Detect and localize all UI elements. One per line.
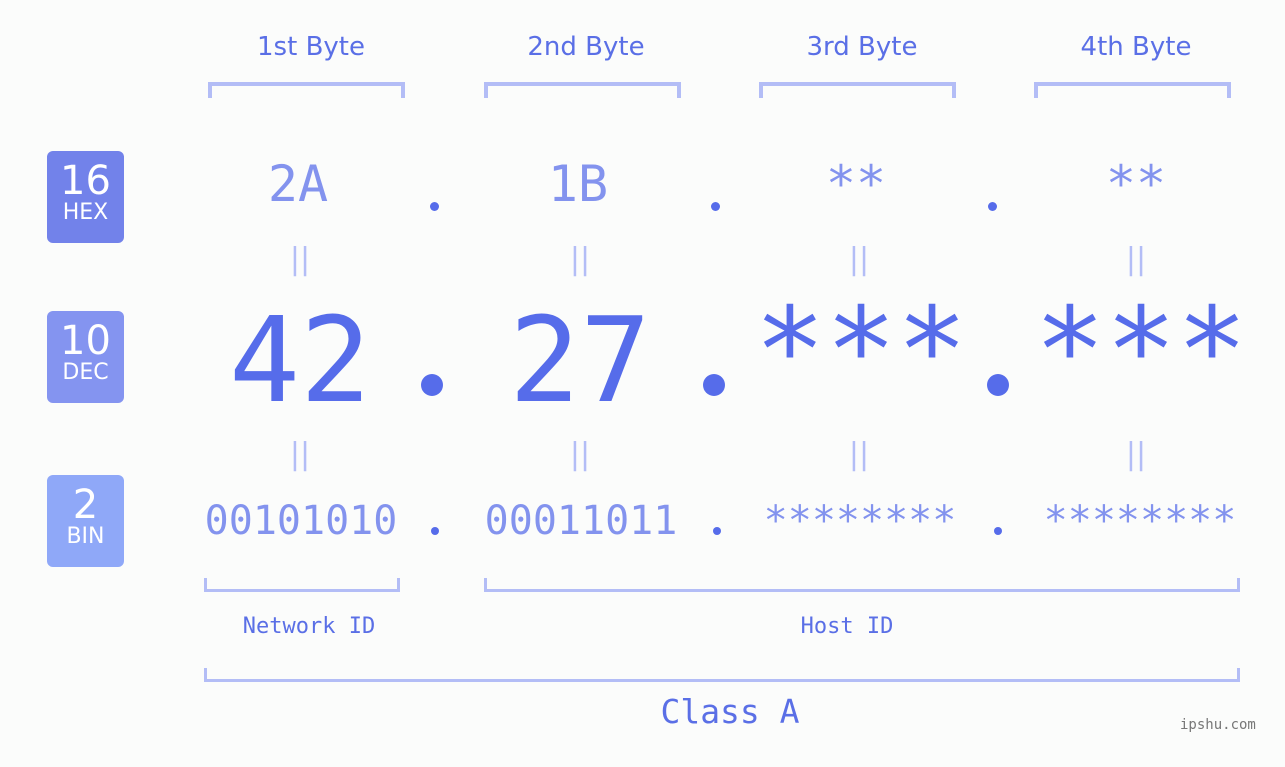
bin-byte-2: 00011011: [484, 498, 678, 544]
class-label: Class A: [660, 692, 800, 731]
hex-byte-2: 1B: [547, 155, 609, 213]
byte-header-4: 4th Byte: [1080, 32, 1192, 62]
equals-sign: ||: [289, 437, 311, 472]
bin-byte-3: ********: [763, 498, 957, 544]
host-id-label: Host ID: [800, 614, 894, 639]
equals-sign: ||: [569, 242, 591, 277]
equals-sign: ||: [569, 437, 591, 472]
byte-header-1: 1st Byte: [257, 32, 365, 62]
dec-base-label: DEC: [62, 360, 109, 385]
bin-base-label: BIN: [66, 524, 105, 549]
hex-base-number: 16: [60, 158, 111, 204]
equals-sign: ||: [848, 242, 870, 277]
watermark: ipshu.com: [1180, 717, 1256, 733]
bin-badge: 2 BIN: [47, 475, 124, 567]
bin-byte-4: ********: [1043, 498, 1237, 544]
bin-separator-dot: [713, 527, 721, 535]
hex-separator-dot: [988, 202, 997, 211]
dec-separator-dot: [703, 374, 725, 396]
hex-byte-3: **: [825, 155, 887, 213]
bin-separator-dot: [431, 527, 439, 535]
equals-sign: ||: [1125, 242, 1147, 277]
byte-header-3: 3rd Byte: [806, 32, 918, 62]
byte-header-2: 2nd Byte: [527, 32, 645, 62]
dec-separator-dot: [987, 374, 1009, 396]
host-id-bracket: [484, 578, 1240, 592]
dec-byte-1: 42: [228, 291, 372, 429]
dec-byte-2: 27: [508, 291, 652, 429]
hex-byte-4: **: [1105, 155, 1167, 213]
hex-separator-dot: [711, 202, 720, 211]
hex-byte-1: 2A: [267, 155, 329, 213]
dec-base-number: 10: [60, 318, 111, 364]
byte-bracket-4: [1034, 82, 1231, 98]
byte-bracket-3: [759, 82, 956, 98]
bin-byte-1: 00101010: [204, 498, 398, 544]
byte-bracket-1: [208, 82, 405, 98]
hex-base-label: HEX: [62, 200, 109, 225]
class-bracket: [204, 668, 1240, 682]
bin-base-number: 2: [72, 482, 99, 528]
dec-byte-3: ***: [754, 281, 968, 419]
equals-sign: ||: [1125, 437, 1147, 472]
equals-sign: ||: [848, 437, 870, 472]
bin-separator-dot: [994, 527, 1002, 535]
network-id-label: Network ID: [242, 614, 376, 639]
byte-bracket-2: [484, 82, 681, 98]
dec-badge: 10 DEC: [47, 311, 124, 403]
network-id-bracket: [204, 578, 400, 592]
dec-byte-4: ***: [1034, 281, 1248, 419]
hex-separator-dot: [430, 202, 439, 211]
hex-badge: 16 HEX: [47, 151, 124, 243]
equals-sign: ||: [289, 242, 311, 277]
dec-separator-dot: [421, 374, 443, 396]
